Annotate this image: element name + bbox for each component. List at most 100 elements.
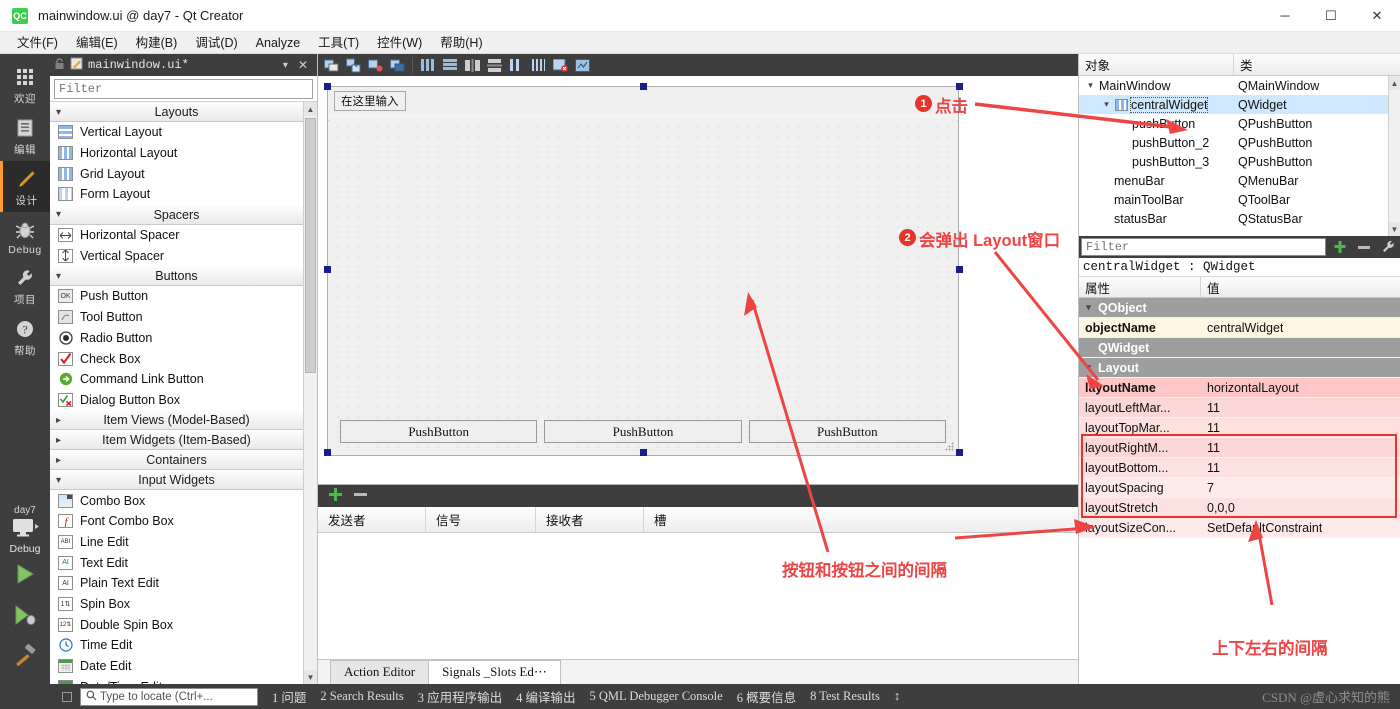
property-value[interactable]: 11 bbox=[1201, 421, 1220, 435]
push-button-2[interactable]: PushButton bbox=[544, 420, 742, 443]
widget-category-input-widgets[interactable]: ▾ Input Widgets bbox=[50, 470, 303, 491]
break-layout-icon[interactable] bbox=[549, 55, 571, 75]
property-group-layout[interactable]: ▾ Layout bbox=[1079, 358, 1400, 378]
form-menubar[interactable]: 在这里输入 bbox=[328, 87, 958, 111]
debug-icon[interactable] bbox=[12, 603, 38, 630]
object-tree-scrollbar[interactable]: ▲ ▼ bbox=[1388, 76, 1400, 236]
push-button-1[interactable]: PushButton bbox=[340, 420, 538, 443]
property-group-qobject[interactable]: ▾ QObject bbox=[1079, 298, 1400, 318]
property-row-objectname[interactable]: objectName centralWidget bbox=[1079, 318, 1400, 338]
tab-signals-slots-editor[interactable]: Signals _Slots Ed⋯ bbox=[428, 660, 561, 684]
add-icon[interactable] bbox=[1330, 238, 1350, 256]
class-column-header[interactable]: 类 bbox=[1234, 54, 1253, 75]
widget-category-buttons[interactable]: ▾ Buttons bbox=[50, 266, 303, 287]
layout-form-icon[interactable] bbox=[505, 55, 527, 75]
output-pane-qml-debugger[interactable]: 5 QML Debugger Console bbox=[590, 689, 723, 704]
close-icon[interactable]: ✕ bbox=[1354, 0, 1400, 32]
remove-connection-icon[interactable] bbox=[353, 487, 368, 505]
menubar-placeholder[interactable]: 在这里输入 bbox=[334, 91, 406, 111]
chevron-down-icon[interactable]: ▾ bbox=[1085, 80, 1096, 91]
configure-icon[interactable] bbox=[1378, 238, 1398, 256]
widget-item-radio-button[interactable]: Radio Button bbox=[50, 328, 303, 349]
mode-projects[interactable]: 项目 bbox=[0, 260, 50, 311]
widget-item-horizontal-layout[interactable]: Horizontal Layout bbox=[50, 143, 303, 164]
object-row-menubar[interactable]: menuBar QMenuBar bbox=[1079, 171, 1400, 190]
selection-handle-mid-left[interactable] bbox=[324, 266, 331, 273]
property-value[interactable]: 11 bbox=[1201, 461, 1220, 475]
mode-help[interactable]: ? 帮助 bbox=[0, 311, 50, 362]
widget-item-grid-layout[interactable]: Grid Layout bbox=[50, 163, 303, 184]
widget-item-dialog-button-box[interactable]: Dialog Button Box bbox=[50, 390, 303, 411]
widget-item-line-edit[interactable]: ABI Line Edit bbox=[50, 532, 303, 553]
lock-icon[interactable] bbox=[54, 57, 65, 73]
column-sender[interactable]: 发送者 bbox=[318, 507, 426, 532]
selection-handle-bottom-center[interactable] bbox=[640, 449, 647, 456]
property-filter-input[interactable] bbox=[1081, 238, 1326, 256]
property-row-layouttopmargin[interactable]: layoutTopMar... 11 bbox=[1079, 418, 1400, 438]
form-resize-grip[interactable] bbox=[945, 442, 955, 452]
object-column-header[interactable]: 对象 bbox=[1079, 54, 1234, 75]
widget-item-date-edit[interactable]: Date Edit bbox=[50, 656, 303, 677]
property-value[interactable]: 11 bbox=[1201, 401, 1220, 415]
close-document-icon[interactable]: ✕ bbox=[293, 58, 313, 72]
maximize-icon[interactable]: ☐ bbox=[1308, 0, 1354, 32]
scroll-up-icon[interactable]: ▲ bbox=[304, 102, 317, 116]
layout-splitter-vertical-icon[interactable] bbox=[483, 55, 505, 75]
widget-item-double-spin-box[interactable]: 12⇅ Double Spin Box bbox=[50, 614, 303, 635]
output-pane-app-output[interactable]: 3 应用程序输出 bbox=[418, 687, 502, 706]
widget-item-text-edit[interactable]: AI Text Edit bbox=[50, 552, 303, 573]
layout-horizontally-icon[interactable] bbox=[417, 55, 439, 75]
selection-handle-top-left[interactable] bbox=[324, 83, 331, 90]
property-value[interactable]: centralWidget bbox=[1201, 321, 1283, 335]
edit-widgets-icon[interactable] bbox=[320, 55, 342, 75]
mode-debug[interactable]: Debug bbox=[0, 212, 50, 260]
column-slot[interactable]: 槽 bbox=[644, 507, 1078, 532]
form-preview[interactable]: 在这里输入 PushButton PushButton PushButton bbox=[327, 86, 959, 456]
selection-handle-bottom-left[interactable] bbox=[324, 449, 331, 456]
widget-category-layouts[interactable]: ▾ Layouts bbox=[50, 102, 303, 122]
property-value[interactable]: horizontalLayout bbox=[1201, 381, 1299, 395]
menu-file[interactable]: 文件(F) bbox=[8, 32, 67, 54]
push-button-3[interactable]: PushButton bbox=[748, 420, 946, 443]
chevron-down-icon[interactable]: ▾ bbox=[1083, 302, 1094, 313]
property-value[interactable]: 11 bbox=[1201, 441, 1220, 455]
chevron-down-icon[interactable]: ▾ bbox=[1083, 362, 1094, 373]
property-value[interactable]: SetDefaultConstraint bbox=[1201, 521, 1322, 535]
property-row-layoutleftmargin[interactable]: layoutLeftMar... 11 bbox=[1079, 398, 1400, 418]
open-document-name[interactable]: mainwindow.ui* bbox=[88, 58, 189, 72]
menu-build[interactable]: 构建(B) bbox=[127, 32, 187, 54]
selection-handle-top-center[interactable] bbox=[640, 83, 647, 90]
widget-box-scrollbar[interactable]: ▲ ▼ bbox=[303, 102, 317, 684]
design-canvas[interactable]: 在这里输入 PushButton PushButton PushButton bbox=[318, 76, 1078, 484]
menu-widgets[interactable]: 控件(W) bbox=[368, 32, 431, 54]
output-pane-issues[interactable]: 1 问题 bbox=[272, 687, 306, 706]
selection-handle-mid-right[interactable] bbox=[956, 266, 963, 273]
widget-item-spin-box[interactable]: 1⇅ Spin Box bbox=[50, 594, 303, 615]
property-column-header[interactable]: 属性 bbox=[1079, 277, 1201, 297]
object-row-mainwindow[interactable]: ▾ MainWindow QMainWindow bbox=[1079, 76, 1400, 95]
property-row-layoutrightmargin[interactable]: layoutRightM... 11 bbox=[1079, 438, 1400, 458]
widget-category-spacers[interactable]: ▾ Spacers bbox=[50, 204, 303, 225]
widget-item-combo-box[interactable]: Combo Box bbox=[50, 490, 303, 511]
tab-action-editor[interactable]: Action Editor bbox=[330, 660, 430, 684]
selection-handle-bottom-right[interactable] bbox=[956, 449, 963, 456]
menu-edit[interactable]: 编辑(E) bbox=[67, 32, 127, 54]
property-group-qwidget[interactable]: QWidget bbox=[1079, 338, 1400, 358]
widget-item-push-button[interactable]: OK Push Button bbox=[50, 286, 303, 307]
scroll-down-icon[interactable]: ▼ bbox=[304, 670, 317, 684]
edit-buddies-icon[interactable] bbox=[364, 55, 386, 75]
widget-item-time-edit[interactable]: Time Edit bbox=[50, 635, 303, 656]
object-row-maintoolbar[interactable]: mainToolBar QToolBar bbox=[1079, 190, 1400, 209]
menu-help[interactable]: 帮助(H) bbox=[431, 32, 491, 54]
widget-category-item-views[interactable]: ▸ Item Views (Model-Based) bbox=[50, 410, 303, 431]
run-icon[interactable] bbox=[12, 562, 38, 589]
layout-grid-icon[interactable] bbox=[527, 55, 549, 75]
widget-category-item-widgets[interactable]: ▸ Item Widgets (Item-Based) bbox=[50, 430, 303, 451]
chevron-down-icon[interactable]: ▾ bbox=[1101, 99, 1112, 110]
scrollbar-thumb[interactable] bbox=[305, 118, 316, 373]
column-signal[interactable]: 信号 bbox=[426, 507, 536, 532]
central-widget-area[interactable]: PushButton PushButton PushButton bbox=[329, 118, 957, 454]
remove-icon[interactable] bbox=[1354, 238, 1374, 256]
widget-item-vertical-layout[interactable]: Vertical Layout bbox=[50, 122, 303, 143]
minimize-icon[interactable]: ─ bbox=[1262, 0, 1308, 32]
